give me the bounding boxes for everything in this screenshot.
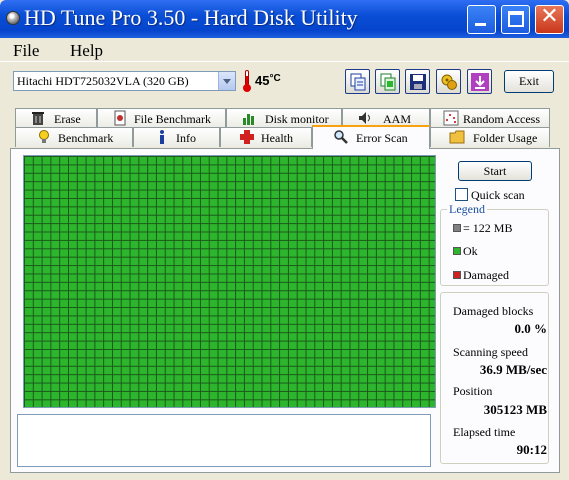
tab-health[interactable]: Health	[220, 127, 312, 147]
scan-block-map	[23, 155, 436, 408]
scanning-speed-value: 36.9 MB/sec	[479, 362, 547, 377]
download-button[interactable]	[467, 69, 492, 94]
options-button[interactable]	[436, 69, 461, 94]
copy-text-button[interactable]	[345, 69, 370, 94]
elapsed-time-value: 90:12	[516, 442, 547, 457]
block-swatch-icon	[453, 224, 461, 232]
checkbox-icon[interactable]	[455, 188, 468, 201]
copy-screenshot-icon	[380, 73, 396, 91]
maximize-icon	[508, 11, 524, 27]
tab-file-benchmark-label: File Benchmark	[134, 112, 211, 126]
window-title: HD Tune Pro 3.50 - Hard Disk Utility	[24, 5, 358, 30]
health-cross-icon	[240, 130, 254, 144]
quick-scan-label: Quick scan	[471, 188, 525, 202]
speaker-icon	[359, 112, 370, 124]
folder-icon	[449, 130, 465, 144]
tab-folder-usage[interactable]: Folder Usage	[430, 127, 550, 147]
drive-select[interactable]: Hitachi HDT725032VLA (320 GB)	[13, 71, 236, 91]
hd-tune-app-icon[interactable]	[6, 11, 20, 25]
lightbulb-icon	[39, 130, 49, 143]
tab-benchmark[interactable]: Benchmark	[15, 127, 133, 147]
scanning-speed-label: Scanning speed	[453, 345, 528, 359]
elapsed-time-label: Elapsed time	[453, 425, 516, 439]
error-scan-panel: Start Quick scan Legend = 122 MB Ok Dama…	[10, 148, 560, 473]
download-icon	[471, 73, 489, 91]
minimize-button[interactable]	[467, 5, 496, 34]
toolbar: Hitachi HDT725032VLA (320 GB) 45°C Exit	[0, 63, 569, 103]
start-button[interactable]: Start	[458, 161, 532, 181]
magnifier-icon	[334, 130, 348, 144]
trash-icon	[32, 112, 44, 125]
tab-error-scan-label: Error Scan	[356, 131, 408, 145]
tab-random-access-label: Random Access	[463, 112, 540, 126]
tab-random-access[interactable]: Random Access	[430, 108, 550, 128]
copy-screenshot-button[interactable]	[375, 69, 400, 94]
bar-chart-icon	[243, 114, 254, 125]
menu-help[interactable]: Help	[70, 41, 103, 61]
chevron-down-icon[interactable]	[218, 72, 235, 90]
title-bar[interactable]: HD Tune Pro 3.50 - Hard Disk Utility ✕	[0, 0, 569, 38]
close-button[interactable]: ✕	[535, 4, 564, 34]
legend-title: Legend	[447, 202, 487, 217]
tab-file-benchmark[interactable]: File Benchmark	[97, 108, 226, 128]
save-icon	[410, 74, 426, 90]
ok-swatch-icon	[453, 247, 461, 255]
tab-health-label: Health	[261, 131, 293, 145]
file-benchmark-icon	[114, 110, 126, 126]
tab-info-label: Info	[176, 131, 196, 145]
tab-folder-usage-label: Folder Usage	[473, 131, 538, 145]
tab-benchmark-label: Benchmark	[58, 131, 114, 145]
scan-block-grid	[24, 156, 435, 407]
tab-info[interactable]: Info	[133, 127, 220, 147]
thermometer-icon	[243, 70, 251, 92]
random-access-icon	[443, 110, 459, 126]
drive-select-value: Hitachi HDT725032VLA (320 GB)	[17, 74, 189, 88]
maximize-button[interactable]	[501, 5, 530, 34]
close-icon: ✕	[540, 4, 559, 29]
info-icon	[160, 130, 164, 144]
scan-log-box[interactable]	[17, 414, 431, 467]
position-label: Position	[453, 384, 493, 398]
damaged-swatch-icon	[453, 271, 461, 279]
save-button[interactable]	[405, 69, 430, 94]
tab-erase[interactable]: Erase	[15, 108, 97, 128]
minimize-icon	[475, 23, 486, 26]
position-value: 305123 MB	[483, 402, 547, 417]
menu-bar: File Help	[0, 38, 569, 62]
temperature-value: 45°C	[255, 73, 281, 88]
copy-text-icon	[350, 73, 366, 91]
damaged-blocks-value: 0.0 %	[514, 321, 548, 336]
damaged-blocks-label: Damaged blocks	[453, 304, 534, 318]
options-icon	[441, 74, 457, 90]
menu-file[interactable]: File	[13, 41, 39, 61]
tab-error-scan[interactable]: Error Scan	[312, 125, 430, 149]
exit-button[interactable]: Exit	[504, 70, 554, 93]
tab-erase-label: Erase	[54, 112, 81, 126]
